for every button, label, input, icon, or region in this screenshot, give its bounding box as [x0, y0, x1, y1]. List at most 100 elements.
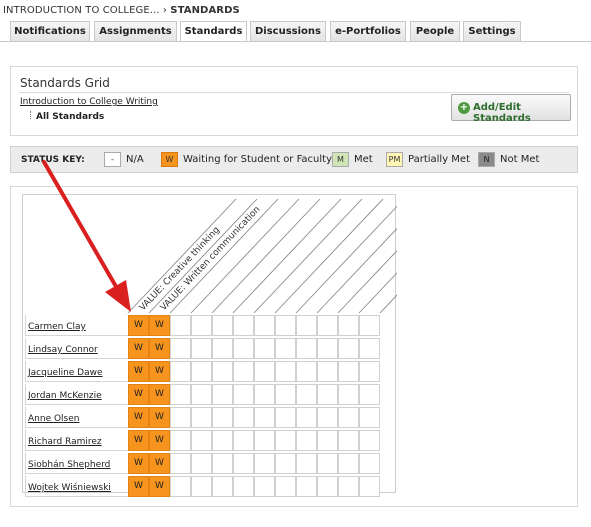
status-cell[interactable]: W	[128, 384, 149, 405]
student-name-link[interactable]: Lindsay Connor	[28, 345, 98, 355]
empty-cell[interactable]	[254, 476, 275, 497]
empty-cell[interactable]	[275, 338, 296, 359]
student-name-link[interactable]: Jordan McKenzie	[28, 391, 102, 401]
empty-cell[interactable]	[170, 476, 191, 497]
empty-cell[interactable]	[359, 384, 380, 405]
student-name-link[interactable]: Carmen Clay	[28, 322, 86, 332]
empty-cell[interactable]	[338, 453, 359, 474]
empty-cell[interactable]	[359, 361, 380, 382]
empty-cell[interactable]	[317, 384, 338, 405]
status-cell[interactable]: W	[128, 338, 149, 359]
empty-cell[interactable]	[275, 384, 296, 405]
empty-cell[interactable]	[359, 453, 380, 474]
empty-cell[interactable]	[359, 407, 380, 428]
status-cell[interactable]: W	[149, 430, 170, 451]
empty-cell[interactable]	[212, 453, 233, 474]
empty-cell[interactable]	[317, 476, 338, 497]
empty-cell[interactable]	[191, 338, 212, 359]
empty-cell[interactable]	[317, 430, 338, 451]
empty-cell[interactable]	[212, 407, 233, 428]
add-edit-standards-button[interactable]: + Add/Edit Standards	[451, 94, 571, 124]
empty-cell[interactable]	[233, 315, 254, 336]
empty-cell[interactable]	[317, 361, 338, 382]
empty-cell[interactable]	[317, 453, 338, 474]
empty-cell[interactable]	[170, 407, 191, 428]
empty-cell[interactable]	[296, 453, 317, 474]
empty-cell[interactable]	[233, 338, 254, 359]
empty-cell[interactable]	[296, 476, 317, 497]
empty-cell[interactable]	[233, 430, 254, 451]
empty-cell[interactable]	[170, 338, 191, 359]
tab-assignments[interactable]: Assignments	[94, 21, 177, 41]
tab-people[interactable]: People	[410, 21, 460, 41]
empty-cell[interactable]	[296, 407, 317, 428]
empty-cell[interactable]	[275, 453, 296, 474]
status-cell[interactable]: W	[149, 384, 170, 405]
empty-cell[interactable]	[170, 384, 191, 405]
empty-cell[interactable]	[170, 453, 191, 474]
tab-standards[interactable]: Standards	[180, 21, 247, 42]
empty-cell[interactable]	[275, 315, 296, 336]
empty-cell[interactable]	[254, 315, 275, 336]
empty-cell[interactable]	[254, 361, 275, 382]
empty-cell[interactable]	[254, 384, 275, 405]
empty-cell[interactable]	[275, 476, 296, 497]
status-cell[interactable]: W	[128, 476, 149, 497]
student-name-link[interactable]: Richard Ramirez	[28, 437, 102, 447]
empty-cell[interactable]	[296, 430, 317, 451]
empty-cell[interactable]	[212, 315, 233, 336]
empty-cell[interactable]	[233, 384, 254, 405]
student-name-link[interactable]: Siobhán Shepherd	[28, 460, 110, 470]
status-cell[interactable]: W	[149, 338, 170, 359]
tab-notifications[interactable]: Notifications	[10, 21, 90, 41]
empty-cell[interactable]	[359, 315, 380, 336]
empty-cell[interactable]	[338, 361, 359, 382]
empty-cell[interactable]	[212, 338, 233, 359]
status-cell[interactable]: W	[149, 407, 170, 428]
status-cell[interactable]: W	[128, 430, 149, 451]
breadcrumb-parent[interactable]: INTRODUCTION TO COLLEGE...	[3, 5, 160, 16]
empty-cell[interactable]	[170, 361, 191, 382]
status-cell[interactable]: W	[149, 453, 170, 474]
student-name-link[interactable]: Jacqueline Dawe	[28, 368, 103, 378]
student-name-link[interactable]: Wojtek Wiśniewski	[28, 483, 111, 493]
empty-cell[interactable]	[191, 430, 212, 451]
empty-cell[interactable]	[212, 430, 233, 451]
empty-cell[interactable]	[212, 476, 233, 497]
status-cell[interactable]: W	[149, 361, 170, 382]
empty-cell[interactable]	[254, 453, 275, 474]
status-cell[interactable]: W	[128, 453, 149, 474]
empty-cell[interactable]	[338, 338, 359, 359]
empty-cell[interactable]	[359, 338, 380, 359]
empty-cell[interactable]	[275, 407, 296, 428]
status-cell[interactable]: W	[128, 407, 149, 428]
student-name-link[interactable]: Anne Olsen	[28, 414, 79, 424]
empty-cell[interactable]	[254, 430, 275, 451]
status-cell[interactable]: W	[149, 315, 170, 336]
empty-cell[interactable]	[254, 407, 275, 428]
empty-cell[interactable]	[338, 384, 359, 405]
empty-cell[interactable]	[191, 315, 212, 336]
empty-cell[interactable]	[233, 476, 254, 497]
tab-settings[interactable]: Settings	[463, 21, 521, 41]
empty-cell[interactable]	[338, 430, 359, 451]
status-cell[interactable]: W	[128, 315, 149, 336]
empty-cell[interactable]	[191, 476, 212, 497]
column-header-written-communication[interactable]: VALUE: Written communication	[159, 205, 263, 313]
course-link[interactable]: Introduction to College Writing	[20, 97, 158, 107]
empty-cell[interactable]	[233, 453, 254, 474]
empty-cell[interactable]	[359, 476, 380, 497]
empty-cell[interactable]	[275, 361, 296, 382]
empty-cell[interactable]	[191, 407, 212, 428]
status-cell[interactable]: W	[149, 476, 170, 497]
empty-cell[interactable]	[170, 315, 191, 336]
empty-cell[interactable]	[191, 384, 212, 405]
empty-cell[interactable]	[317, 315, 338, 336]
empty-cell[interactable]	[338, 315, 359, 336]
empty-cell[interactable]	[359, 430, 380, 451]
empty-cell[interactable]	[212, 361, 233, 382]
empty-cell[interactable]	[296, 315, 317, 336]
empty-cell[interactable]	[296, 361, 317, 382]
empty-cell[interactable]	[233, 361, 254, 382]
tab-discussions[interactable]: Discussions	[250, 21, 326, 41]
